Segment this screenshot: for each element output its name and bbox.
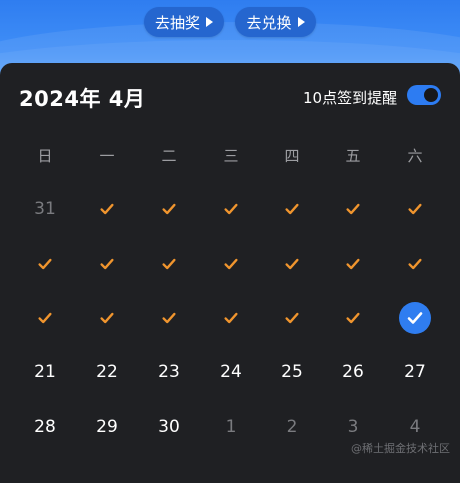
calendar-day[interactable]: 25 <box>272 357 312 387</box>
check-icon <box>346 312 360 324</box>
check-icon <box>285 258 299 270</box>
calendar-day[interactable]: 28 <box>25 412 65 442</box>
check-icon <box>224 312 238 324</box>
lottery-button[interactable]: 去抽奖 <box>144 7 224 37</box>
weekday-label: 一 <box>99 146 115 165</box>
check-icon <box>162 258 176 270</box>
calendar-day[interactable]: 27 <box>395 357 435 387</box>
weekday-label: 二 <box>161 146 177 165</box>
check-icon <box>408 203 422 215</box>
check-icon <box>224 258 238 270</box>
today-checked-day[interactable] <box>399 302 431 334</box>
calendar-day[interactable]: 26 <box>333 357 373 387</box>
signed-day-check[interactable] <box>25 303 65 333</box>
signed-day-check[interactable] <box>333 249 373 279</box>
signed-day-check[interactable] <box>211 303 251 333</box>
reminder-toggle[interactable] <box>407 85 441 105</box>
signed-day-check[interactable] <box>149 303 189 333</box>
check-icon <box>100 258 114 270</box>
signed-day-check[interactable] <box>272 303 312 333</box>
signed-day-check[interactable] <box>87 303 127 333</box>
signed-day-check[interactable] <box>272 194 312 224</box>
calendar-day[interactable]: 24 <box>211 357 251 387</box>
signed-day-check[interactable] <box>25 249 65 279</box>
signed-day-check[interactable] <box>333 303 373 333</box>
signed-day-check[interactable] <box>149 194 189 224</box>
signed-day-check[interactable] <box>333 194 373 224</box>
check-icon <box>346 258 360 270</box>
other-month-day[interactable]: 3 <box>333 412 373 442</box>
calendar-day[interactable]: 21 <box>25 357 65 387</box>
play-arrow-icon <box>297 17 305 27</box>
weekday-label: 五 <box>345 146 361 165</box>
calendar-day[interactable]: 29 <box>87 412 127 442</box>
check-icon <box>285 203 299 215</box>
exchange-button-label: 去兑换 <box>246 13 292 32</box>
other-month-day[interactable]: 31 <box>25 194 65 224</box>
calendar-day[interactable]: 23 <box>149 357 189 387</box>
lottery-button-label: 去抽奖 <box>154 13 200 32</box>
check-icon <box>162 203 176 215</box>
calendar-day[interactable]: 22 <box>87 357 127 387</box>
check-icon <box>407 312 423 324</box>
signed-day-check[interactable] <box>149 249 189 279</box>
check-icon <box>38 312 52 324</box>
weekday-label: 三 <box>223 146 239 165</box>
watermark: @稀土掘金技术社区 <box>351 442 450 455</box>
other-month-day[interactable]: 4 <box>395 412 435 442</box>
reminder-label: 10点签到提醒 <box>303 89 398 107</box>
exchange-button[interactable]: 去兑换 <box>235 7 316 37</box>
check-icon <box>285 312 299 324</box>
check-icon <box>100 203 114 215</box>
check-icon <box>346 203 360 215</box>
weekday-label: 日 <box>37 146 53 165</box>
toggle-knob <box>424 88 438 102</box>
check-icon <box>100 312 114 324</box>
signed-day-check[interactable] <box>395 249 435 279</box>
signed-day-check[interactable] <box>87 249 127 279</box>
other-month-day[interactable]: 1 <box>211 412 251 442</box>
signed-day-check[interactable] <box>395 194 435 224</box>
check-icon <box>162 312 176 324</box>
signed-day-check[interactable] <box>272 249 312 279</box>
weekday-label: 六 <box>407 146 423 165</box>
check-icon <box>38 258 52 270</box>
check-icon <box>408 258 422 270</box>
other-month-day[interactable]: 2 <box>272 412 312 442</box>
signed-day-check[interactable] <box>211 249 251 279</box>
check-icon <box>224 203 238 215</box>
calendar-month-title: 2024年 4月 <box>19 87 146 111</box>
signed-day-check[interactable] <box>211 194 251 224</box>
weekday-label: 四 <box>284 146 300 165</box>
calendar-day[interactable]: 30 <box>149 412 189 442</box>
play-arrow-icon <box>206 17 213 27</box>
signed-day-check[interactable] <box>87 194 127 224</box>
